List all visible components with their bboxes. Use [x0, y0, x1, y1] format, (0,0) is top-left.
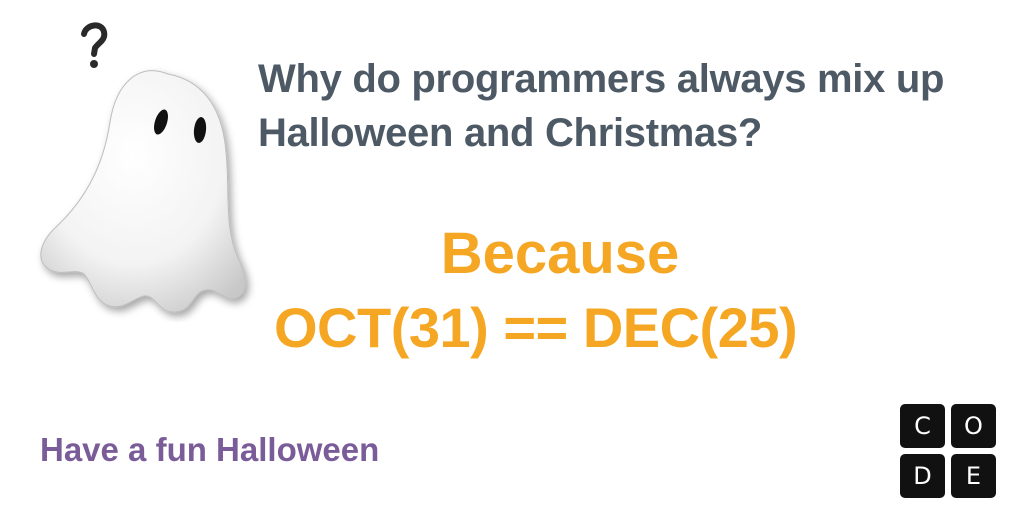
footer-greeting: Have a fun Halloween: [40, 431, 380, 468]
logo-letter-e: E: [951, 454, 996, 498]
question-line-2: Halloween and Christmas?: [258, 111, 763, 155]
logo-letter-c: C: [900, 404, 945, 448]
joke-question: Why do programmers always mix up Hallowe…: [258, 52, 1018, 160]
code-logo: C O D E: [900, 404, 996, 498]
joke-card: Why do programmers always mix up Hallowe…: [0, 0, 1024, 512]
logo-letter-d: D: [900, 454, 945, 498]
answer-line-1: Because: [440, 221, 680, 286]
answer-line-2: OCT(31) == DEC(25): [274, 296, 798, 359]
question-line-1: Why do programmers always mix up: [258, 57, 945, 101]
logo-letter-o: O: [951, 404, 996, 448]
question-mark-icon: [81, 22, 108, 68]
